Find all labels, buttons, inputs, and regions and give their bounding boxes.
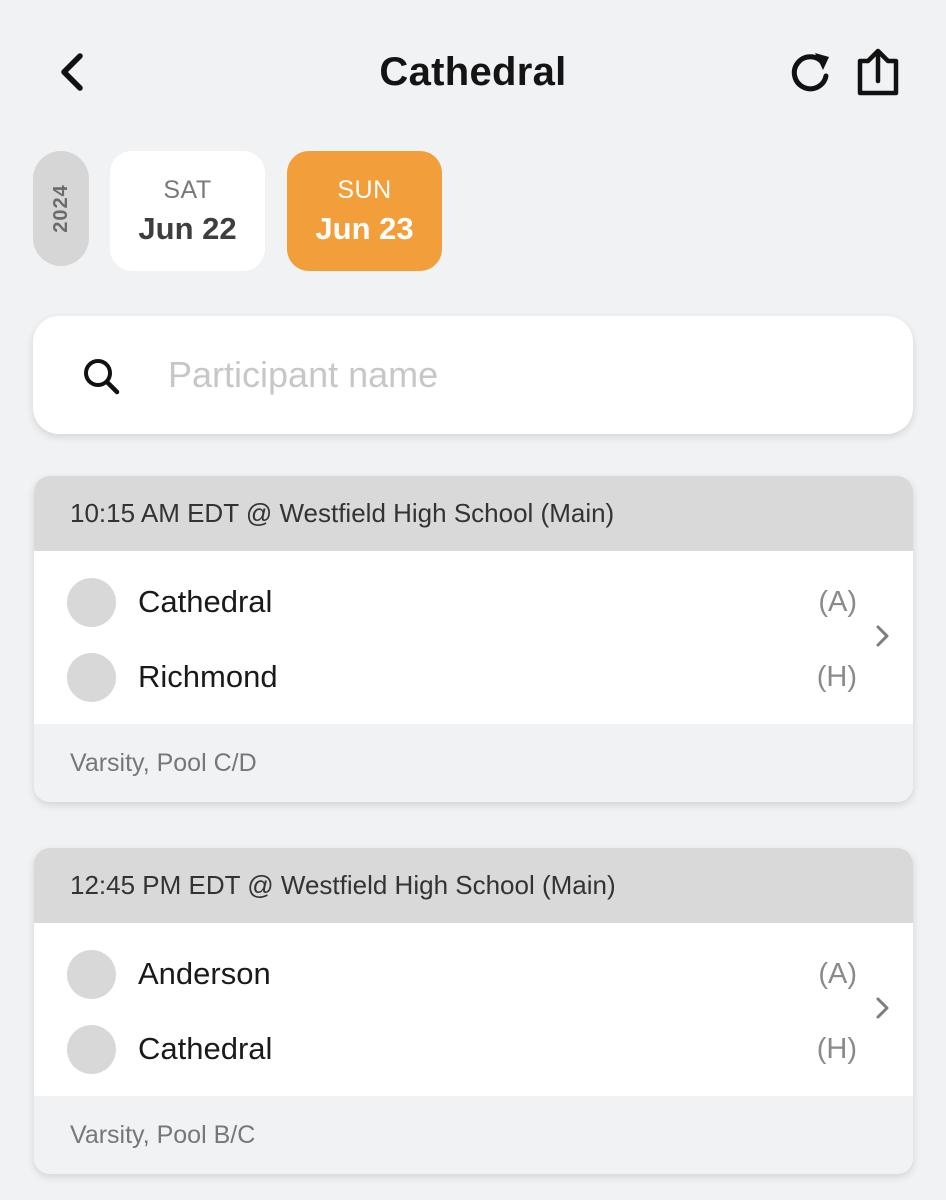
team-name: Richmond — [138, 659, 278, 694]
share-icon — [857, 48, 899, 96]
match-time-location: 12:45 PM EDT @ Westfield High School (Ma… — [34, 848, 913, 923]
team-name: Anderson — [138, 956, 271, 991]
date-chip-day: Jun 22 — [138, 210, 237, 246]
team-side: (H) — [816, 1032, 857, 1065]
team-side: (A) — [818, 585, 857, 618]
team-row: Cathedral (H) — [67, 1024, 857, 1074]
refresh-button[interactable] — [786, 48, 834, 96]
match-teams: Cathedral (A) Richmond (H) — [34, 551, 913, 724]
match-card[interactable]: 12:45 PM EDT @ Westfield High School (Ma… — [34, 848, 913, 1174]
team-avatar — [67, 577, 116, 627]
team-name: Cathedral — [138, 1031, 273, 1066]
team-side: (H) — [816, 660, 857, 693]
search-icon — [84, 359, 120, 395]
team-name: Cathedral — [138, 584, 273, 619]
date-chip-dow: SAT — [163, 175, 212, 204]
match-teams: Anderson (A) Cathedral (H) — [34, 923, 913, 1096]
match-time-location: 10:15 AM EDT @ Westfield High School (Ma… — [34, 476, 913, 551]
chevron-right-icon — [876, 997, 889, 1019]
search-input[interactable] — [168, 346, 868, 404]
team-avatar — [67, 652, 116, 702]
share-button[interactable] — [852, 46, 904, 98]
team-row: Cathedral (A) — [67, 577, 857, 627]
team-avatar — [67, 1024, 116, 1074]
year-selector[interactable]: 2024 — [33, 151, 89, 266]
team-side: (A) — [818, 957, 857, 990]
chevron-right-icon — [876, 625, 889, 647]
match-division: Varsity, Pool B/C — [34, 1096, 913, 1174]
date-chip-sat[interactable]: SAT Jun 22 — [110, 151, 265, 271]
date-chip-day: Jun 23 — [315, 210, 414, 246]
team-row: Richmond (H) — [67, 652, 857, 702]
match-division: Varsity, Pool C/D — [34, 724, 913, 802]
date-chip-dow: SUN — [337, 175, 392, 204]
refresh-icon — [791, 53, 829, 92]
team-row: Anderson (A) — [67, 949, 857, 999]
team-avatar — [67, 949, 116, 999]
year-label: 2024 — [49, 184, 72, 233]
match-card[interactable]: 10:15 AM EDT @ Westfield High School (Ma… — [34, 476, 913, 802]
app-header: Cathedral — [0, 0, 946, 145]
date-chip-sun[interactable]: SUN Jun 23 — [287, 151, 442, 271]
